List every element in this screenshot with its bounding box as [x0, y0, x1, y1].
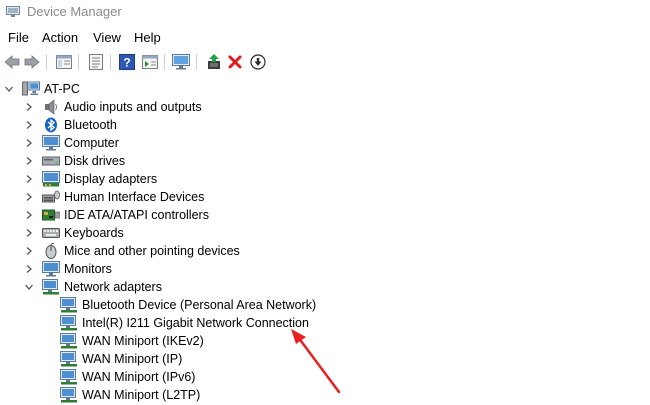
annotation-arrow — [291, 329, 341, 394]
